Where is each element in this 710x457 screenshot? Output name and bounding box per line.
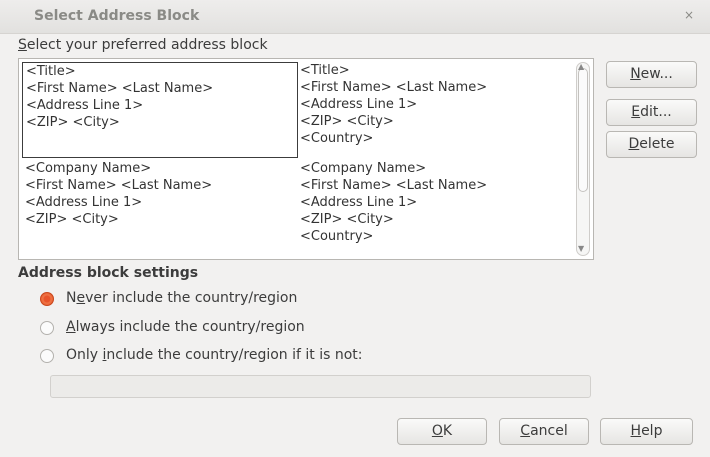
help-button[interactable]: Help [600, 418, 693, 445]
radio-unchecked-icon[interactable] [40, 349, 54, 363]
address-settings-heading: Address block settings [18, 265, 199, 281]
country-field[interactable] [50, 375, 591, 398]
address-list-scrollbar[interactable]: ▲ ▼ [576, 62, 590, 256]
close-icon[interactable]: × [684, 8, 694, 22]
radio-checked-icon[interactable] [40, 292, 54, 306]
scroll-up-icon[interactable]: ▲ [578, 62, 584, 71]
address-block-option[interactable]: <Company Name> <First Name> <Last Name> … [22, 160, 301, 256]
radio-unchecked-icon[interactable] [40, 321, 54, 335]
ok-button[interactable]: OK [397, 418, 487, 445]
address-block-option[interactable]: <Title> <First Name> <Last Name> <Addres… [299, 62, 576, 158]
delete-button[interactable]: Delete [606, 131, 697, 158]
address-block-option[interactable]: <Title> <First Name> <Last Name> <Addres… [22, 62, 298, 158]
new-button[interactable]: New... [606, 61, 697, 88]
cancel-button[interactable]: Cancel [499, 418, 589, 445]
address-block-option[interactable]: <Company Name> <First Name> <Last Name> … [299, 160, 576, 256]
title-bar: Select Address Block × [0, 0, 710, 34]
scroll-down-icon[interactable]: ▼ [578, 244, 584, 253]
address-block-list[interactable]: <Title> <First Name> <Last Name> <Addres… [18, 58, 594, 260]
scrollbar-thumb[interactable] [578, 68, 588, 192]
dialog-title: Select Address Block [34, 8, 200, 24]
address-list-label: Select your preferred address block [18, 37, 268, 53]
edit-button[interactable]: Edit... [606, 99, 697, 126]
